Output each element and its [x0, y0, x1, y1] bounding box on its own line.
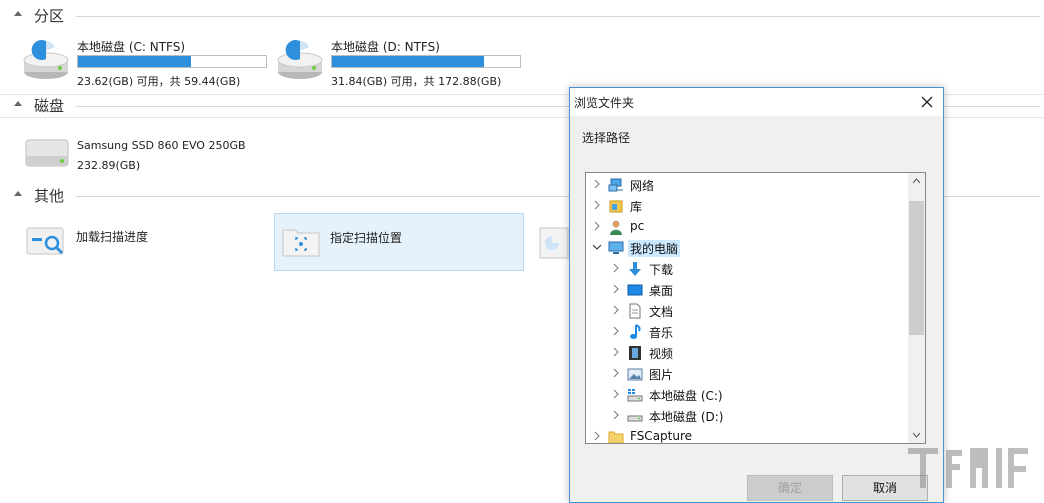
section-partitions[interactable]: 分区	[0, 5, 1044, 27]
tree-item-label: 下载	[649, 263, 674, 277]
hard-disk-icon	[25, 139, 69, 167]
tree-item-user[interactable]: pc	[586, 216, 908, 237]
tree-item-label: FSCapture	[630, 429, 693, 443]
partition-info: 31.84(GB) 可用，共 172.88(GB)	[331, 75, 502, 88]
usage-bar	[331, 55, 521, 68]
browse-folder-dialog: 浏览文件夹 选择路径 网络 库 pc 我的电脑 下载 桌面 文档 音乐 视频 图…	[569, 87, 944, 503]
specify-scan-location-tile[interactable]: 指定扫描位置	[274, 213, 524, 271]
tree-item-label: 音乐	[649, 326, 674, 340]
collapse-caret-icon[interactable]	[14, 101, 22, 106]
tree-item-videos[interactable]: 视频	[586, 342, 908, 363]
folder-tree[interactable]: 网络 库 pc 我的电脑 下载 桌面 文档 音乐 视频 图片 本地磁盘 (C:)…	[585, 172, 926, 444]
scrollbar-thumb[interactable]	[909, 201, 924, 335]
network-icon	[608, 178, 623, 192]
partition-drive-icon	[23, 40, 69, 79]
chevron-right-icon[interactable]	[611, 347, 621, 357]
partition-drive-icon	[277, 40, 323, 79]
tree-item-drive-c[interactable]: 本地磁盘 (C:)	[586, 384, 908, 405]
tree-item-music[interactable]: 音乐	[586, 321, 908, 342]
usage-bar-fill	[78, 56, 191, 67]
tree-scrollbar[interactable]	[908, 173, 925, 443]
chevron-right-icon[interactable]	[592, 431, 602, 441]
partition-name: 本地磁盘 (D: NTFS)	[331, 40, 440, 54]
video-icon	[629, 346, 641, 360]
folder-icon	[608, 431, 624, 443]
user-icon	[610, 220, 622, 235]
tree-item-label: 视频	[649, 347, 674, 361]
scroll-down-icon[interactable]	[912, 432, 921, 438]
disk-name: Samsung SSD 860 EVO 250GB	[77, 139, 246, 152]
load-scan-icon	[26, 227, 64, 255]
tree-item-drive-d[interactable]: 本地磁盘 (D:)	[586, 405, 908, 426]
drive-d-icon	[627, 415, 643, 422]
tree-item-label: 文档	[649, 305, 674, 319]
download-icon	[629, 262, 641, 276]
tree-item-my-computer[interactable]: 我的电脑	[586, 237, 908, 258]
partition-c[interactable]: 本地磁盘 (C: NTFS) 23.62(GB) 可用，共 59.44(GB)	[22, 36, 272, 88]
music-icon	[630, 324, 641, 339]
drive-c-icon	[627, 389, 643, 402]
chevron-right-icon[interactable]	[611, 368, 621, 378]
chevron-right-icon[interactable]	[611, 263, 621, 273]
scroll-up-icon[interactable]	[912, 178, 921, 184]
partition-info: 23.62(GB) 可用，共 59.44(GB)	[77, 75, 241, 88]
tree-item-label: 我的电脑	[628, 240, 681, 257]
tree-item-network[interactable]: 网络	[586, 174, 908, 195]
tree-item-downloads[interactable]: 下载	[586, 258, 908, 279]
chevron-right-icon[interactable]	[611, 389, 621, 399]
tree-item-desktop[interactable]: 桌面	[586, 279, 908, 300]
document-icon	[629, 303, 641, 319]
tree-item-pictures[interactable]: 图片	[586, 363, 908, 384]
chevron-right-icon[interactable]	[611, 326, 621, 336]
tree-item-library[interactable]: 库	[586, 195, 908, 216]
library-icon	[609, 200, 623, 213]
desktop-icon	[627, 284, 643, 296]
collapse-caret-icon[interactable]	[14, 191, 22, 196]
chevron-down-icon[interactable]	[592, 242, 602, 252]
section-title: 分区	[34, 7, 65, 25]
partition-d[interactable]: 本地磁盘 (D: NTFS) 31.84(GB) 可用，共 172.88(GB)	[276, 36, 526, 88]
dialog-title: 浏览文件夹	[574, 96, 635, 110]
disk-size: 232.89(GB)	[77, 159, 141, 172]
picture-icon	[627, 368, 643, 381]
chevron-right-icon[interactable]	[611, 284, 621, 294]
tree-item-documents[interactable]: 文档	[586, 300, 908, 321]
chevron-right-icon[interactable]	[592, 179, 602, 189]
folder-target-icon	[282, 229, 320, 257]
divider	[76, 16, 1040, 17]
tree-item-label: 图片	[649, 368, 674, 382]
section-title: 磁盘	[34, 97, 65, 115]
tile-label: 指定扫描位置	[330, 231, 403, 245]
tree-item-label: 网络	[630, 179, 655, 193]
load-scan-progress-tile[interactable]: 加载扫描进度	[20, 214, 268, 270]
tree-item-fscapture[interactable]: FSCapture	[586, 426, 908, 443]
usage-bar	[77, 55, 267, 68]
chevron-right-icon[interactable]	[611, 305, 621, 315]
partial-tile-icon	[539, 227, 569, 259]
tile-label: 加载扫描进度	[76, 230, 149, 244]
tree-item-label: 桌面	[649, 284, 674, 298]
ok-button[interactable]: 确定	[747, 475, 833, 501]
dialog-titlebar[interactable]: 浏览文件夹	[570, 88, 943, 116]
partition-name: 本地磁盘 (C: NTFS)	[77, 40, 186, 54]
tree-item-label: 本地磁盘 (C:)	[649, 389, 723, 403]
chevron-right-icon[interactable]	[611, 410, 621, 420]
tree-item-label: 库	[630, 200, 643, 214]
close-icon[interactable]	[917, 92, 937, 112]
chevron-right-icon[interactable]	[592, 221, 602, 231]
section-title: 其他	[34, 187, 65, 205]
usage-bar-fill	[332, 56, 485, 67]
dialog-prompt: 选择路径	[582, 131, 631, 145]
chevron-right-icon[interactable]	[592, 200, 602, 210]
computer-icon	[608, 241, 624, 254]
watermark-logo	[908, 448, 1028, 488]
tree-item-label: pc	[630, 219, 645, 233]
tree-item-label: 本地磁盘 (D:)	[649, 410, 724, 424]
collapse-caret-icon[interactable]	[14, 11, 22, 16]
disk-item[interactable]: Samsung SSD 860 EVO 250GB 232.89(GB)	[22, 134, 272, 176]
